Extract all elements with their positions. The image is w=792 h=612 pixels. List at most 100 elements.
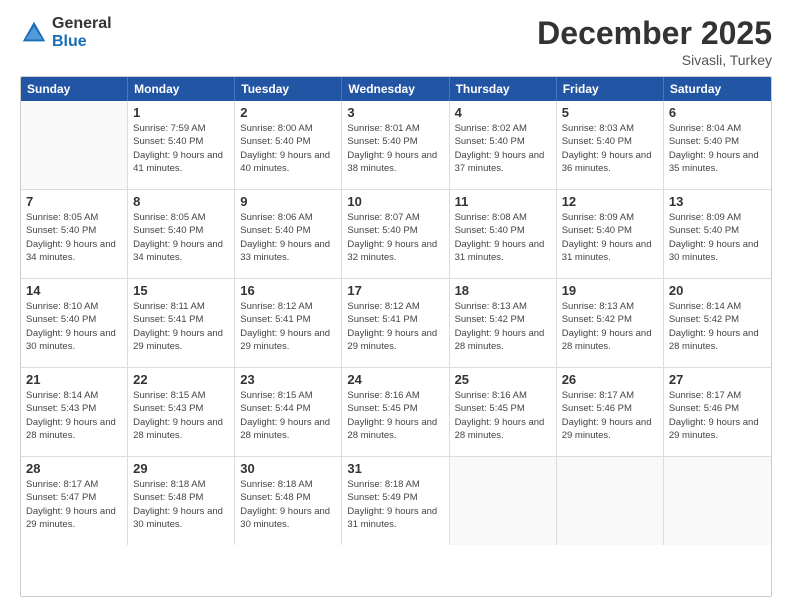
day-detail: Sunrise: 8:05 AMSunset: 5:40 PMDaylight:…	[133, 211, 229, 264]
calendar-day-cell: 25Sunrise: 8:16 AMSunset: 5:45 PMDayligh…	[450, 368, 557, 456]
logo-text: General Blue	[52, 15, 112, 50]
day-number: 26	[562, 372, 658, 387]
calendar-day-cell: 10 Sunrise: 8:07 AMSunset: 5:40 PMDayligh…	[342, 190, 449, 278]
day-detail: Sunrise: 8:07 AMSunset: 5:40 PMDaylight:…	[347, 211, 443, 264]
calendar: SundayMondayTuesdayWednesdayThursdayFrid…	[20, 76, 772, 597]
calendar-day-cell: 31 Sunrise: 8:18 AMSunset: 5:49 PMDayligh…	[342, 457, 449, 545]
logo-general: General	[52, 15, 112, 33]
day-detail: Sunrise: 8:14 AMSunset: 5:43 PMDaylight:…	[26, 389, 122, 442]
calendar-day-cell: 8Sunrise: 8:05 AMSunset: 5:40 PMDaylight…	[128, 190, 235, 278]
calendar-day-cell: 4Sunrise: 8:02 AMSunset: 5:40 PMDaylight…	[450, 101, 557, 189]
day-detail: Sunrise: 8:00 AMSunset: 5:40 PMDaylight:…	[240, 122, 336, 175]
calendar-day-cell	[450, 457, 557, 545]
day-number: 24	[347, 372, 443, 387]
day-detail: Sunrise: 8:13 AMSunset: 5:42 PMDaylight:…	[455, 300, 551, 353]
day-detail: Sunrise: 8:16 AMSunset: 5:45 PMDaylight:…	[347, 389, 443, 442]
header: General Blue December 2025 Sivasli, Turk…	[20, 15, 772, 68]
calendar-day-cell: 26 Sunrise: 8:17 AMSunset: 5:46 PMDayligh…	[557, 368, 664, 456]
calendar-day-cell: 19Sunrise: 8:13 AMSunset: 5:42 PMDayligh…	[557, 279, 664, 367]
day-number: 17	[347, 283, 443, 298]
calendar-day-cell: 12 Sunrise: 8:09 AMSunset: 5:40 PMDayligh…	[557, 190, 664, 278]
calendar-day-cell	[21, 101, 128, 189]
calendar-day-cell	[664, 457, 771, 545]
day-detail: Sunrise: 8:11 AMSunset: 5:41 PMDaylight:…	[133, 300, 229, 353]
day-number: 22	[133, 372, 229, 387]
day-number: 10	[347, 194, 443, 209]
day-number: 30	[240, 461, 336, 476]
calendar-day-cell: 15Sunrise: 8:11 AMSunset: 5:41 PMDayligh…	[128, 279, 235, 367]
location: Sivasli, Turkey	[537, 52, 772, 68]
day-detail: Sunrise: 8:08 AMSunset: 5:40 PMDaylight:…	[455, 211, 551, 264]
logo: General Blue	[20, 15, 112, 50]
weekday-header: Tuesday	[235, 77, 342, 101]
day-number: 20	[669, 283, 766, 298]
calendar-day-cell: 5Sunrise: 8:03 AMSunset: 5:40 PMDaylight…	[557, 101, 664, 189]
calendar-day-cell: 11 Sunrise: 8:08 AMSunset: 5:40 PMDayligh…	[450, 190, 557, 278]
day-detail: Sunrise: 8:05 AMSunset: 5:40 PMDaylight:…	[26, 211, 122, 264]
logo-icon	[20, 19, 48, 47]
day-number: 2	[240, 105, 336, 120]
calendar-day-cell: 18 Sunrise: 8:13 AMSunset: 5:42 PMDayligh…	[450, 279, 557, 367]
calendar-day-cell: 21Sunrise: 8:14 AMSunset: 5:43 PMDayligh…	[21, 368, 128, 456]
calendar-day-cell: 22 Sunrise: 8:15 AMSunset: 5:43 PMDayligh…	[128, 368, 235, 456]
day-detail: Sunrise: 8:09 AMSunset: 5:40 PMDaylight:…	[669, 211, 766, 264]
calendar-day-cell: 1 Sunrise: 7:59 AMSunset: 5:40 PMDaylight…	[128, 101, 235, 189]
day-number: 11	[455, 194, 551, 209]
day-number: 29	[133, 461, 229, 476]
calendar-day-cell: 16 Sunrise: 8:12 AMSunset: 5:41 PMDayligh…	[235, 279, 342, 367]
day-number: 7	[26, 194, 122, 209]
calendar-week-row: 7 Sunrise: 8:05 AMSunset: 5:40 PMDaylight…	[21, 190, 771, 279]
calendar-day-cell: 29Sunrise: 8:18 AMSunset: 5:48 PMDayligh…	[128, 457, 235, 545]
day-detail: Sunrise: 8:12 AMSunset: 5:41 PMDaylight:…	[347, 300, 443, 353]
calendar-week-row: 21Sunrise: 8:14 AMSunset: 5:43 PMDayligh…	[21, 368, 771, 457]
day-detail: Sunrise: 8:17 AMSunset: 5:47 PMDaylight:…	[26, 478, 122, 531]
calendar-day-cell: 28Sunrise: 8:17 AMSunset: 5:47 PMDayligh…	[21, 457, 128, 545]
day-number: 16	[240, 283, 336, 298]
calendar-week-row: 14Sunrise: 8:10 AMSunset: 5:40 PMDayligh…	[21, 279, 771, 368]
calendar-week-row: 1 Sunrise: 7:59 AMSunset: 5:40 PMDaylight…	[21, 101, 771, 190]
day-number: 4	[455, 105, 551, 120]
day-number: 18	[455, 283, 551, 298]
day-number: 13	[669, 194, 766, 209]
day-detail: Sunrise: 8:16 AMSunset: 5:45 PMDaylight:…	[455, 389, 551, 442]
calendar-day-cell	[557, 457, 664, 545]
day-number: 27	[669, 372, 766, 387]
title-block: December 2025 Sivasli, Turkey	[537, 15, 772, 68]
day-detail: Sunrise: 8:18 AMSunset: 5:49 PMDaylight:…	[347, 478, 443, 531]
calendar-day-cell: 6Sunrise: 8:04 AMSunset: 5:40 PMDaylight…	[664, 101, 771, 189]
day-detail: Sunrise: 8:03 AMSunset: 5:40 PMDaylight:…	[562, 122, 658, 175]
day-number: 1	[133, 105, 229, 120]
day-detail: Sunrise: 8:17 AMSunset: 5:46 PMDaylight:…	[562, 389, 658, 442]
calendar-body: 1 Sunrise: 7:59 AMSunset: 5:40 PMDaylight…	[21, 101, 771, 545]
day-number: 23	[240, 372, 336, 387]
day-detail: Sunrise: 8:14 AMSunset: 5:42 PMDaylight:…	[669, 300, 766, 353]
calendar-day-cell: 20 Sunrise: 8:14 AMSunset: 5:42 PMDayligh…	[664, 279, 771, 367]
day-number: 3	[347, 105, 443, 120]
day-detail: Sunrise: 8:10 AMSunset: 5:40 PMDaylight:…	[26, 300, 122, 353]
calendar-day-cell: 30 Sunrise: 8:18 AMSunset: 5:48 PMDayligh…	[235, 457, 342, 545]
page: General Blue December 2025 Sivasli, Turk…	[0, 0, 792, 612]
day-number: 9	[240, 194, 336, 209]
calendar-day-cell: 2 Sunrise: 8:00 AMSunset: 5:40 PMDaylight…	[235, 101, 342, 189]
day-detail: Sunrise: 8:18 AMSunset: 5:48 PMDaylight:…	[240, 478, 336, 531]
day-detail: Sunrise: 8:15 AMSunset: 5:43 PMDaylight:…	[133, 389, 229, 442]
calendar-day-cell: 14Sunrise: 8:10 AMSunset: 5:40 PMDayligh…	[21, 279, 128, 367]
weekday-header: Saturday	[664, 77, 771, 101]
day-detail: Sunrise: 7:59 AMSunset: 5:40 PMDaylight:…	[133, 122, 229, 175]
day-number: 31	[347, 461, 443, 476]
day-number: 6	[669, 105, 766, 120]
calendar-day-cell: 7 Sunrise: 8:05 AMSunset: 5:40 PMDaylight…	[21, 190, 128, 278]
day-detail: Sunrise: 8:15 AMSunset: 5:44 PMDaylight:…	[240, 389, 336, 442]
calendar-day-cell: 17 Sunrise: 8:12 AMSunset: 5:41 PMDayligh…	[342, 279, 449, 367]
day-detail: Sunrise: 8:12 AMSunset: 5:41 PMDaylight:…	[240, 300, 336, 353]
calendar-week-row: 28Sunrise: 8:17 AMSunset: 5:47 PMDayligh…	[21, 457, 771, 545]
logo-blue: Blue	[52, 33, 112, 51]
calendar-day-cell: 27 Sunrise: 8:17 AMSunset: 5:46 PMDayligh…	[664, 368, 771, 456]
day-number: 12	[562, 194, 658, 209]
day-detail: Sunrise: 8:09 AMSunset: 5:40 PMDaylight:…	[562, 211, 658, 264]
day-detail: Sunrise: 8:17 AMSunset: 5:46 PMDaylight:…	[669, 389, 766, 442]
calendar-day-cell: 9Sunrise: 8:06 AMSunset: 5:40 PMDaylight…	[235, 190, 342, 278]
weekday-header: Thursday	[450, 77, 557, 101]
day-detail: Sunrise: 8:01 AMSunset: 5:40 PMDaylight:…	[347, 122, 443, 175]
calendar-day-cell: 23 Sunrise: 8:15 AMSunset: 5:44 PMDayligh…	[235, 368, 342, 456]
